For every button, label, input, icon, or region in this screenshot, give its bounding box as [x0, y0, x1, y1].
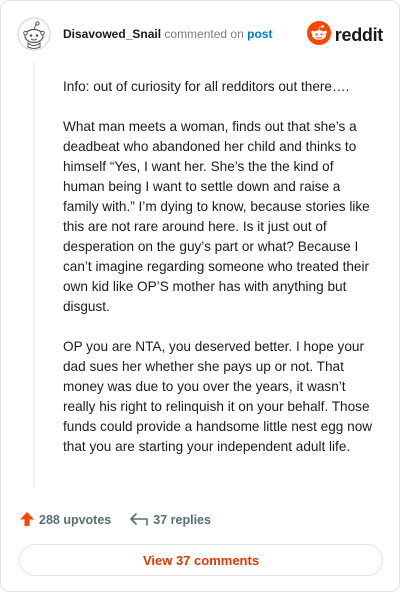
reddit-logo-icon — [306, 20, 331, 50]
reddit-wordmark: reddit — [334, 24, 384, 45]
comment-meta: Disavowed_Snail commented on post — [63, 26, 272, 42]
reply-count: 37 replies — [153, 513, 211, 527]
comment-body: Info: out of curiosity for all redditors… — [63, 77, 375, 477]
upvote-button[interactable]: 288 upvotes — [19, 511, 111, 530]
post-link[interactable]: post — [247, 27, 272, 41]
comment-paragraph: What man meets a woman, finds out that s… — [63, 119, 370, 314]
upvote-count: 288 upvotes — [39, 513, 112, 527]
reddit-logo[interactable]: reddit — [306, 20, 384, 50]
snoo-avatar-icon[interactable] — [17, 17, 51, 51]
reply-icon — [129, 511, 153, 530]
thread-line[interactable] — [33, 63, 35, 487]
comment-paragraph: Info: out of curiosity for all redditors… — [63, 79, 350, 94]
comment-header: Disavowed_Snail commented on post reddit — [17, 17, 383, 53]
commented-on-label: commented on — [164, 27, 244, 41]
upvote-arrow-icon — [19, 511, 39, 530]
reply-button[interactable]: 37 replies — [129, 511, 211, 530]
view-comments-button[interactable]: View 37 comments — [19, 544, 383, 576]
comment-card: Disavowed_Snail commented on post reddit — [0, 0, 400, 592]
author-name[interactable]: Disavowed_Snail — [63, 27, 161, 41]
comment-actions: 288 upvotes 37 replies — [19, 510, 211, 530]
comment-paragraph: OP you are NTA, you deserved better. I h… — [63, 339, 373, 454]
